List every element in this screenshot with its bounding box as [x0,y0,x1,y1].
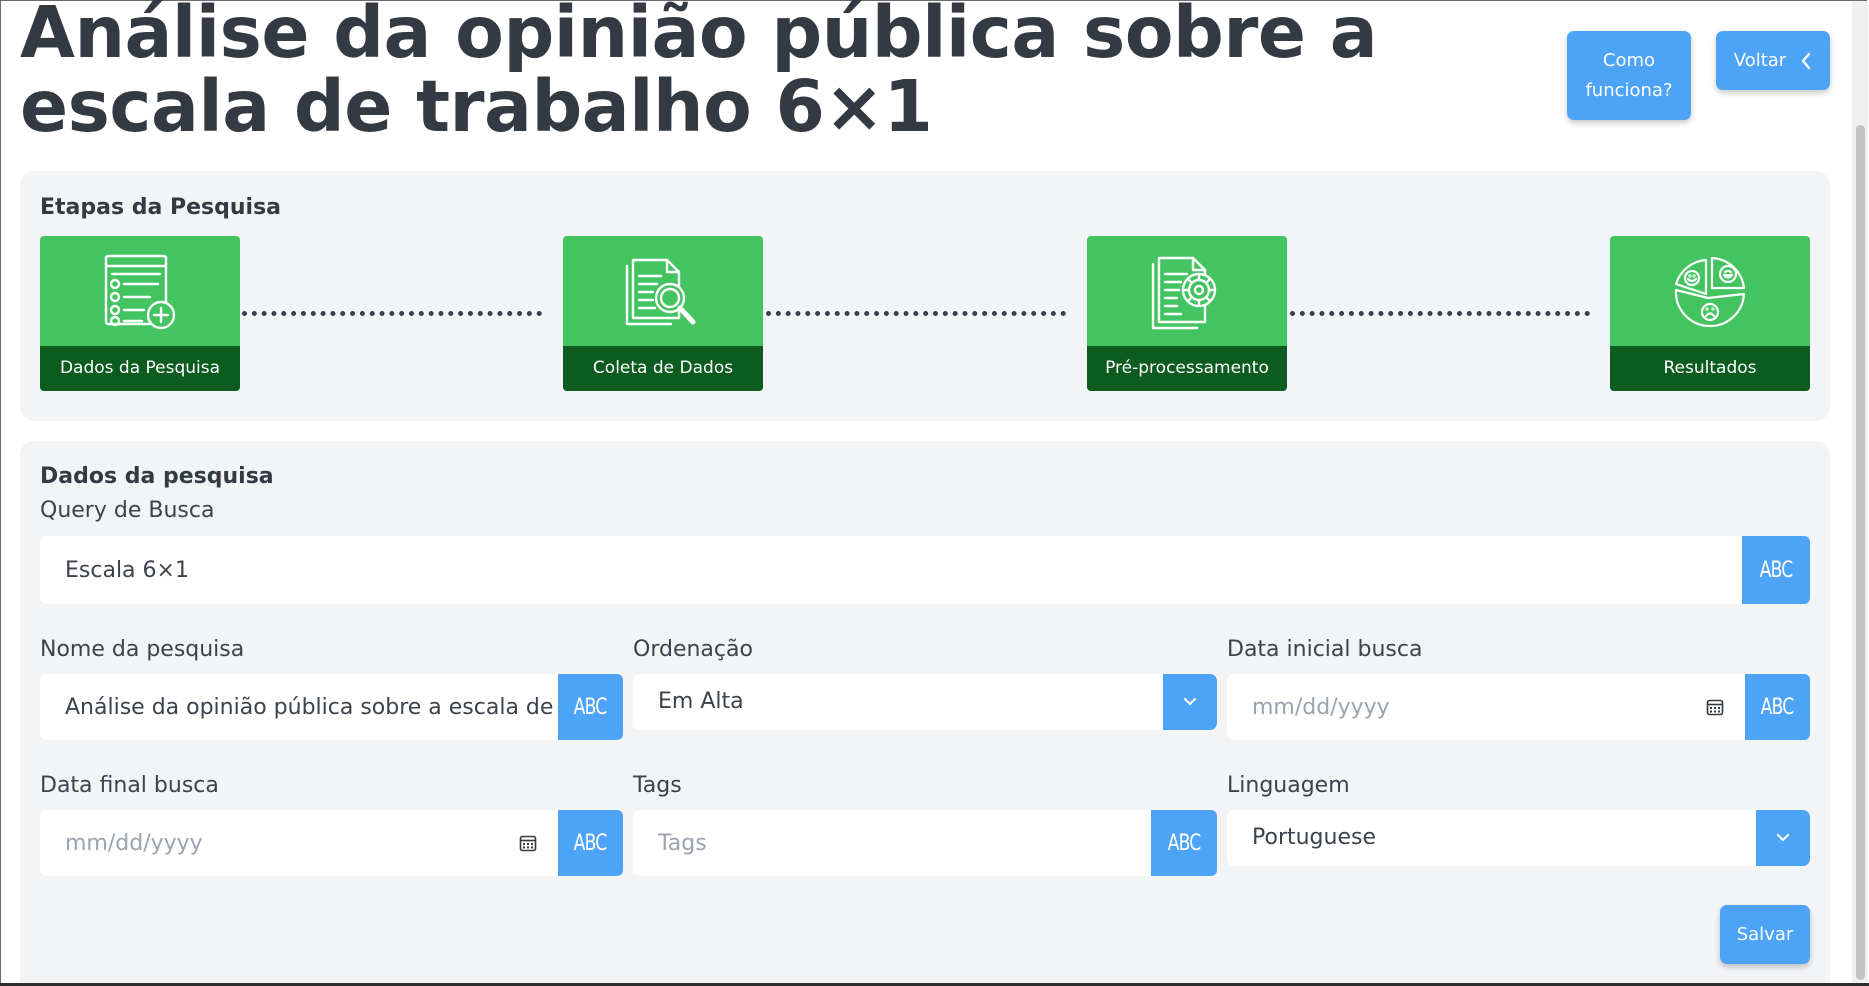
tags-label: Tags [633,773,682,798]
start-date-text-format-button[interactable]: ABC [1745,674,1810,740]
step-connector [1290,311,1590,316]
sort-select[interactable]: Em Alta [633,674,1217,730]
chevron-left-icon [1802,52,1811,69]
survey-form-add-icon [104,254,176,330]
step-connector [766,311,1066,316]
sort-select-value: Em Alta [658,689,744,714]
end-date-text-format-button[interactable]: ABC [558,810,623,876]
sentiment-pie-chart-icon [1674,256,1746,328]
page-title: Análise da opinião pública sobre a escal… [20,0,1378,148]
research-data-card: Dados da pesquisa Query de Busca ABC Nom… [20,441,1830,986]
end-date-label: Data final busca [40,773,219,798]
document-search-icon [625,258,696,326]
step-label: Pré-processamento [1087,346,1287,391]
step-data-collection[interactable]: Coleta de Dados [563,236,763,391]
step-connector [242,311,542,316]
start-date-label: Data inicial busca [1227,637,1423,662]
language-select[interactable]: Portuguese [1227,810,1810,866]
scrollbar-thumb[interactable] [1856,125,1865,980]
calendar-icon[interactable] [1706,698,1724,716]
how-it-works-button[interactable]: Como funciona? [1567,31,1691,120]
name-input[interactable] [40,674,579,740]
research-steps-card: Etapas da Pesquisa Dados da Pesquisa Col… [20,171,1830,421]
research-data-title: Dados da pesquisa [40,464,274,489]
step-label: Resultados [1610,346,1810,391]
end-date-input[interactable] [40,810,579,876]
calendar-icon[interactable] [519,834,537,852]
abc-label: ABC [1167,830,1202,856]
back-button-label: Voltar [1733,49,1787,71]
save-button[interactable]: Salvar [1720,905,1810,964]
step-label: Coleta de Dados [563,346,763,391]
query-label: Query de Busca [40,498,215,523]
language-select-value: Portuguese [1252,825,1376,850]
start-date-input[interactable] [1227,674,1757,740]
language-label: Linguagem [1227,773,1350,798]
query-input[interactable] [40,536,1743,604]
step-survey-data[interactable]: Dados da Pesquisa [40,236,240,391]
abc-label: ABC [574,830,608,856]
tags-text-format-button[interactable]: ABC [1151,810,1217,876]
name-text-format-button[interactable]: ABC [558,674,623,740]
sort-label: Ordenação [633,637,753,662]
chevron-down-icon[interactable] [1163,674,1217,730]
step-label: Dados da Pesquisa [40,346,240,391]
chevron-down-icon[interactable] [1756,810,1810,866]
query-text-format-button[interactable]: ABC [1742,536,1810,604]
name-label: Nome da pesquisa [40,637,245,662]
tags-input[interactable] [633,810,1173,876]
research-steps-title: Etapas da Pesquisa [40,195,282,220]
document-gear-icon [1151,256,1217,330]
abc-label: ABC [1759,557,1794,583]
step-results[interactable]: Resultados [1610,236,1810,391]
back-button[interactable]: Voltar [1716,31,1830,90]
step-preprocessing[interactable]: Pré-processamento [1087,236,1287,391]
abc-label: ABC [574,694,608,720]
abc-label: ABC [1761,694,1795,720]
